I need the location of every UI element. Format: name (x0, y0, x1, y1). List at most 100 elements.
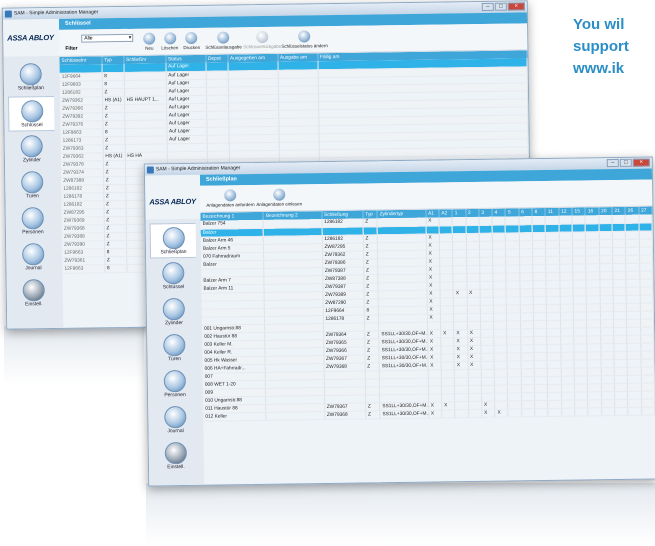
toolbar-anlagendaten-anfordern-button[interactable]: Anlagendaten anfordern (206, 189, 255, 208)
matrix-cell[interactable] (546, 287, 560, 296)
matrix-cell[interactable] (466, 296, 481, 306)
matrix-cell[interactable] (454, 409, 469, 418)
matrix-cell[interactable] (492, 256, 507, 265)
matrix-cell[interactable] (559, 271, 573, 280)
matrix-cell[interactable] (439, 241, 453, 250)
matrix-cell[interactable] (480, 312, 494, 321)
matrix-cell[interactable] (574, 407, 589, 416)
matrix-cell[interactable] (587, 351, 601, 360)
matrix-cell[interactable] (520, 304, 534, 313)
lock-mark[interactable]: X (426, 257, 440, 266)
column-header-15[interactable]: 15 (571, 207, 586, 216)
sidebar-item-zylinder[interactable]: Zylinder (151, 295, 197, 331)
lock-mark[interactable]: X (425, 233, 440, 242)
matrix-cell[interactable] (586, 303, 601, 312)
matrix-cell[interactable] (507, 384, 522, 393)
matrix-cell[interactable] (533, 335, 548, 345)
matrix-cell[interactable] (521, 376, 535, 385)
matrix-cell[interactable] (626, 278, 640, 287)
matrix-cell[interactable] (561, 407, 575, 416)
matrix-cell[interactable] (492, 264, 507, 273)
matrix-cell[interactable] (573, 351, 588, 360)
matrix-cell[interactable] (599, 239, 613, 248)
matrix-cell[interactable] (439, 225, 453, 234)
matrix-cell[interactable] (626, 310, 641, 319)
matrix-cell[interactable] (493, 320, 508, 329)
matrix-cell[interactable] (627, 342, 641, 351)
matrix-cell[interactable] (626, 334, 641, 343)
matrix-cell[interactable] (507, 352, 521, 361)
matrix-cell[interactable] (519, 240, 533, 249)
matrix-cell[interactable] (492, 248, 507, 257)
matrix-cell[interactable] (520, 328, 534, 337)
matrix-cell[interactable] (520, 312, 534, 321)
matrix-cell[interactable] (453, 273, 467, 282)
matrix-cell[interactable] (492, 232, 506, 241)
matrix-cell[interactable] (559, 295, 574, 304)
matrix-cell[interactable] (507, 344, 521, 353)
matrix-cell[interactable] (452, 241, 467, 250)
matrix-cell[interactable] (626, 270, 640, 279)
matrix-cell[interactable] (573, 327, 588, 336)
matrix-cell[interactable] (519, 280, 534, 289)
matrix-cell[interactable] (547, 343, 561, 352)
matrix-cell[interactable] (427, 377, 442, 386)
sidebar-item-schl-ssel[interactable]: Schlüssel (8, 95, 55, 132)
matrix-cell[interactable] (638, 222, 653, 231)
matrix-cell[interactable] (559, 239, 573, 248)
matrix-cell[interactable] (453, 297, 467, 306)
lock-mark[interactable]: X (428, 401, 442, 410)
matrix-cell[interactable] (545, 215, 559, 224)
lock-mark[interactable]: X (494, 408, 509, 417)
matrix-cell[interactable] (519, 264, 533, 273)
matrix-cell[interactable] (508, 400, 522, 409)
matrix-cell[interactable] (600, 311, 614, 320)
matrix-cell[interactable] (585, 239, 600, 248)
matrix-cell[interactable] (639, 278, 654, 287)
matrix-cell[interactable] (466, 280, 480, 290)
matrix-cell[interactable] (427, 321, 441, 330)
matrix-cell[interactable] (479, 280, 494, 289)
matrix-cell[interactable] (519, 272, 534, 281)
lock-mark[interactable]: X (467, 352, 481, 362)
matrix-cell[interactable] (572, 247, 586, 256)
matrix-cell[interactable] (573, 287, 587, 296)
matrix-cell[interactable] (479, 224, 493, 233)
matrix-cell[interactable] (627, 350, 641, 359)
matrix-cell[interactable] (441, 385, 455, 394)
matrix-cell[interactable] (533, 279, 547, 289)
matrix-cell[interactable] (573, 295, 587, 304)
toolbar-schl-sselstatus-ndern-button[interactable]: Schlüsselstatus ändern (281, 30, 328, 49)
matrix-cell[interactable] (506, 320, 521, 329)
matrix-cell[interactable] (572, 271, 587, 280)
matrix-cell[interactable] (613, 342, 628, 352)
matrix-cell[interactable] (532, 255, 547, 265)
matrix-cell[interactable] (440, 337, 455, 346)
matrix-cell[interactable] (641, 390, 655, 399)
matrix-cell[interactable] (600, 375, 615, 384)
matrix-cell[interactable] (493, 280, 507, 289)
matrix-cell[interactable] (560, 335, 574, 344)
matrix-cell[interactable] (466, 256, 480, 266)
matrix-cell[interactable] (612, 214, 626, 224)
matrix-cell[interactable] (428, 393, 442, 402)
matrix-cell[interactable] (494, 352, 508, 361)
lock-mark[interactable]: X (454, 353, 468, 362)
lock-mark[interactable]: X (425, 217, 440, 226)
lock-mark[interactable]: X (467, 336, 481, 346)
matrix-cell[interactable] (613, 294, 627, 304)
matrix-cell[interactable] (519, 256, 533, 265)
column-header-11[interactable]: 11 (545, 207, 559, 216)
matrix-cell[interactable] (480, 344, 495, 353)
matrix-cell[interactable] (600, 343, 614, 352)
matrix-cell[interactable] (427, 369, 442, 378)
matrix-cell[interactable] (481, 392, 495, 401)
matrix-cell[interactable] (547, 391, 562, 400)
sidebar-item-schlie-plan[interactable]: Schließplan (149, 222, 197, 259)
matrix-cell[interactable] (614, 374, 628, 384)
matrix-cell[interactable] (546, 279, 560, 288)
close-button[interactable]: × (507, 2, 525, 11)
matrix-cell[interactable] (546, 271, 560, 280)
matrix-cell[interactable] (587, 383, 602, 392)
matrix-cell[interactable] (641, 406, 655, 415)
